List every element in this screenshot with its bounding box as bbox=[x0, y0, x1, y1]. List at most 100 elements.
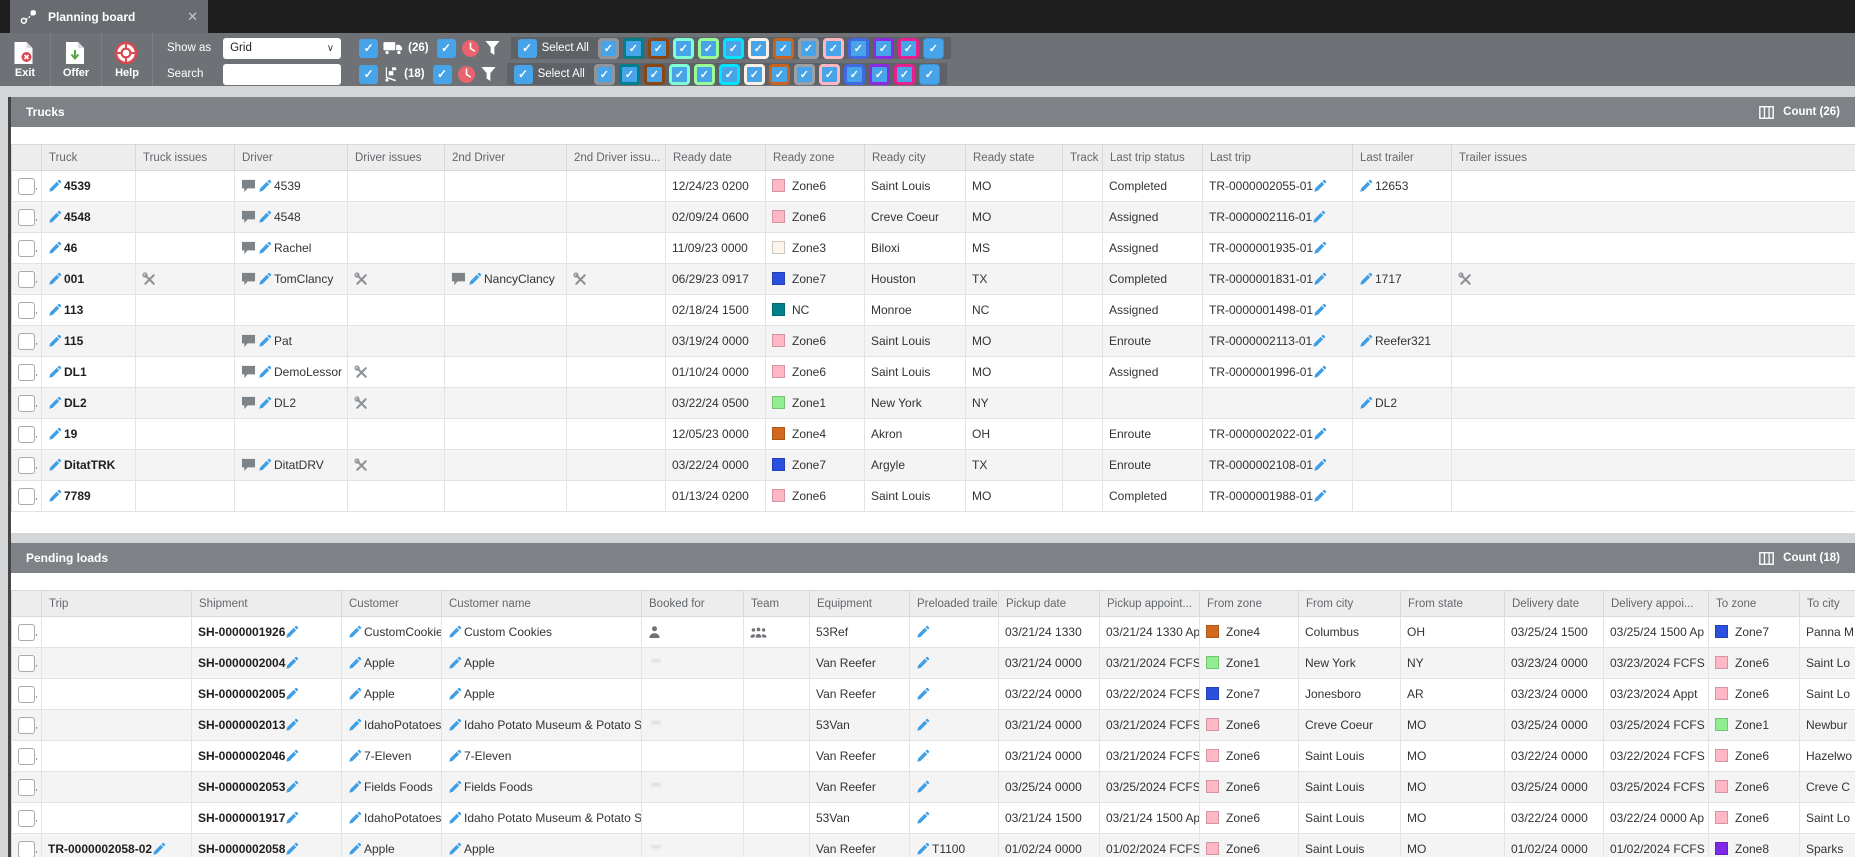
edit-pencil-icon[interactable] bbox=[48, 241, 62, 255]
row-checkbox[interactable] bbox=[18, 333, 35, 350]
cell-select[interactable]: . bbox=[12, 772, 42, 803]
search-input[interactable] bbox=[223, 64, 341, 85]
filter-funnel-icon[interactable] bbox=[481, 66, 496, 82]
cell-select[interactable]: . bbox=[12, 295, 42, 326]
column-header-customer[interactable]: Customer bbox=[342, 591, 442, 617]
column-header-blank[interactable] bbox=[12, 591, 42, 617]
cell-select[interactable]: . bbox=[12, 171, 42, 202]
zone-filter-checkbox[interactable]: ✓ bbox=[598, 38, 619, 59]
edit-pencil-icon[interactable] bbox=[448, 842, 462, 856]
zone-filter-checkbox[interactable]: ✓ bbox=[873, 38, 894, 59]
trucks-select-all-checkbox[interactable]: ✓ bbox=[518, 39, 537, 58]
column-header-driver-issues[interactable]: Driver issues bbox=[348, 145, 445, 171]
row-checkbox[interactable] bbox=[18, 748, 35, 765]
edit-pencil-icon[interactable] bbox=[1359, 179, 1373, 193]
comment-bubble-icon[interactable] bbox=[241, 210, 256, 224]
zone-filter-checkbox[interactable]: ✓ bbox=[719, 64, 740, 85]
zone-filter-checkbox[interactable]: ✓ bbox=[623, 38, 644, 59]
column-header-from-city[interactable]: From city bbox=[1299, 591, 1401, 617]
edit-pencil-icon[interactable] bbox=[448, 780, 462, 794]
zone-filter-checkbox[interactable]: ✓ bbox=[894, 64, 915, 85]
comment-bubble-icon[interactable] bbox=[241, 272, 256, 286]
edit-pencil-icon[interactable] bbox=[448, 749, 462, 763]
clock-icon[interactable] bbox=[457, 65, 476, 84]
help-button[interactable]: Help bbox=[102, 33, 153, 86]
cell-select[interactable]: . bbox=[12, 202, 42, 233]
edit-pencil-icon[interactable] bbox=[1313, 272, 1327, 286]
edit-pencil-icon[interactable] bbox=[1313, 489, 1327, 503]
edit-pencil-icon[interactable] bbox=[1359, 272, 1373, 286]
edit-pencil-icon[interactable] bbox=[448, 687, 462, 701]
edit-pencil-icon[interactable] bbox=[348, 656, 362, 670]
trucks-filter-checkbox-2[interactable]: ✓ bbox=[437, 39, 456, 58]
column-header-trip[interactable]: Trip bbox=[42, 591, 192, 617]
column-header-ready-city[interactable]: Ready city bbox=[865, 145, 966, 171]
edit-pencil-icon[interactable] bbox=[258, 179, 272, 193]
cell-select[interactable]: . bbox=[12, 648, 42, 679]
zone-filter-checkbox[interactable]: ✓ bbox=[644, 64, 665, 85]
edit-pencil-icon[interactable] bbox=[48, 334, 62, 348]
column-header-preloaded-trailer[interactable]: Preloaded trailer bbox=[910, 591, 999, 617]
edit-pencil-icon[interactable] bbox=[48, 272, 62, 286]
edit-pencil-icon[interactable] bbox=[48, 396, 62, 410]
row-checkbox[interactable] bbox=[18, 395, 35, 412]
edit-pencil-icon[interactable] bbox=[1359, 334, 1373, 348]
edit-pencil-icon[interactable] bbox=[1313, 458, 1327, 472]
zone-filter-checkbox[interactable]: ✓ bbox=[694, 64, 715, 85]
comment-bubble-icon[interactable] bbox=[241, 365, 256, 379]
edit-pencil-icon[interactable] bbox=[285, 656, 299, 670]
column-header-track[interactable]: Track bbox=[1063, 145, 1103, 171]
edit-pencil-icon[interactable] bbox=[348, 687, 362, 701]
edit-pencil-icon[interactable] bbox=[258, 365, 272, 379]
zone-filter-checkbox[interactable]: ✓ bbox=[898, 38, 919, 59]
edit-pencil-icon[interactable] bbox=[258, 272, 272, 286]
zone-filter-checkbox[interactable]: ✓ bbox=[744, 64, 765, 85]
tab-planning-board[interactable]: Planning board ✕ bbox=[10, 0, 208, 33]
row-checkbox[interactable] bbox=[18, 717, 35, 734]
column-header-last-trailer[interactable]: Last trailer bbox=[1353, 145, 1452, 171]
edit-pencil-icon[interactable] bbox=[916, 687, 930, 701]
row-checkbox[interactable] bbox=[18, 240, 35, 257]
cell-select[interactable]: . bbox=[12, 388, 42, 419]
edit-pencil-icon[interactable] bbox=[348, 625, 362, 639]
edit-pencil-icon[interactable] bbox=[348, 749, 362, 763]
edit-pencil-icon[interactable] bbox=[1312, 210, 1326, 224]
zone-filter-checkbox[interactable]: ✓ bbox=[673, 38, 694, 59]
edit-pencil-icon[interactable] bbox=[348, 811, 362, 825]
show-as-dropdown[interactable]: Grid ∨ bbox=[223, 38, 341, 59]
edit-pencil-icon[interactable] bbox=[285, 687, 299, 701]
edit-pencil-icon[interactable] bbox=[448, 625, 462, 639]
column-header-pickup-appoint[interactable]: Pickup appoint... bbox=[1100, 591, 1200, 617]
zone-filter-checkbox[interactable]: ✓ bbox=[619, 64, 640, 85]
cell-select[interactable]: . bbox=[12, 419, 42, 450]
cell-select[interactable]: . bbox=[12, 741, 42, 772]
edit-pencil-icon[interactable] bbox=[258, 241, 272, 255]
edit-pencil-icon[interactable] bbox=[48, 427, 62, 441]
edit-pencil-icon[interactable] bbox=[916, 749, 930, 763]
cell-select[interactable]: . bbox=[12, 450, 42, 481]
filter-funnel-icon[interactable] bbox=[485, 40, 500, 56]
zone-filter-checkbox[interactable]: ✓ bbox=[648, 38, 669, 59]
exit-button[interactable]: Exit bbox=[0, 33, 51, 86]
zone-filter-checkbox[interactable]: ✓ bbox=[869, 64, 890, 85]
column-header-team[interactable]: Team bbox=[744, 591, 810, 617]
offer-button[interactable]: Offer bbox=[51, 33, 102, 86]
cell-select[interactable]: . bbox=[12, 481, 42, 512]
edit-pencil-icon[interactable] bbox=[348, 780, 362, 794]
column-header-truck[interactable]: Truck bbox=[42, 145, 136, 171]
edit-pencil-icon[interactable] bbox=[448, 811, 462, 825]
column-header-equipment[interactable]: Equipment bbox=[810, 591, 910, 617]
column-header-2nd-driver[interactable]: 2nd Driver bbox=[445, 145, 567, 171]
edit-pencil-icon[interactable] bbox=[448, 656, 462, 670]
edit-pencil-icon[interactable] bbox=[48, 303, 62, 317]
comment-bubble-icon[interactable] bbox=[241, 179, 256, 193]
edit-pencil-icon[interactable] bbox=[916, 718, 930, 732]
row-checkbox[interactable] bbox=[18, 488, 35, 505]
edit-pencil-icon[interactable] bbox=[285, 811, 299, 825]
zone-filter-checkbox[interactable]: ✓ bbox=[723, 38, 744, 59]
edit-pencil-icon[interactable] bbox=[48, 489, 62, 503]
column-header-ready-state[interactable]: Ready state bbox=[966, 145, 1063, 171]
row-checkbox[interactable] bbox=[18, 426, 35, 443]
column-header-last-trip-status[interactable]: Last trip status bbox=[1103, 145, 1203, 171]
close-icon[interactable]: ✕ bbox=[187, 9, 198, 25]
